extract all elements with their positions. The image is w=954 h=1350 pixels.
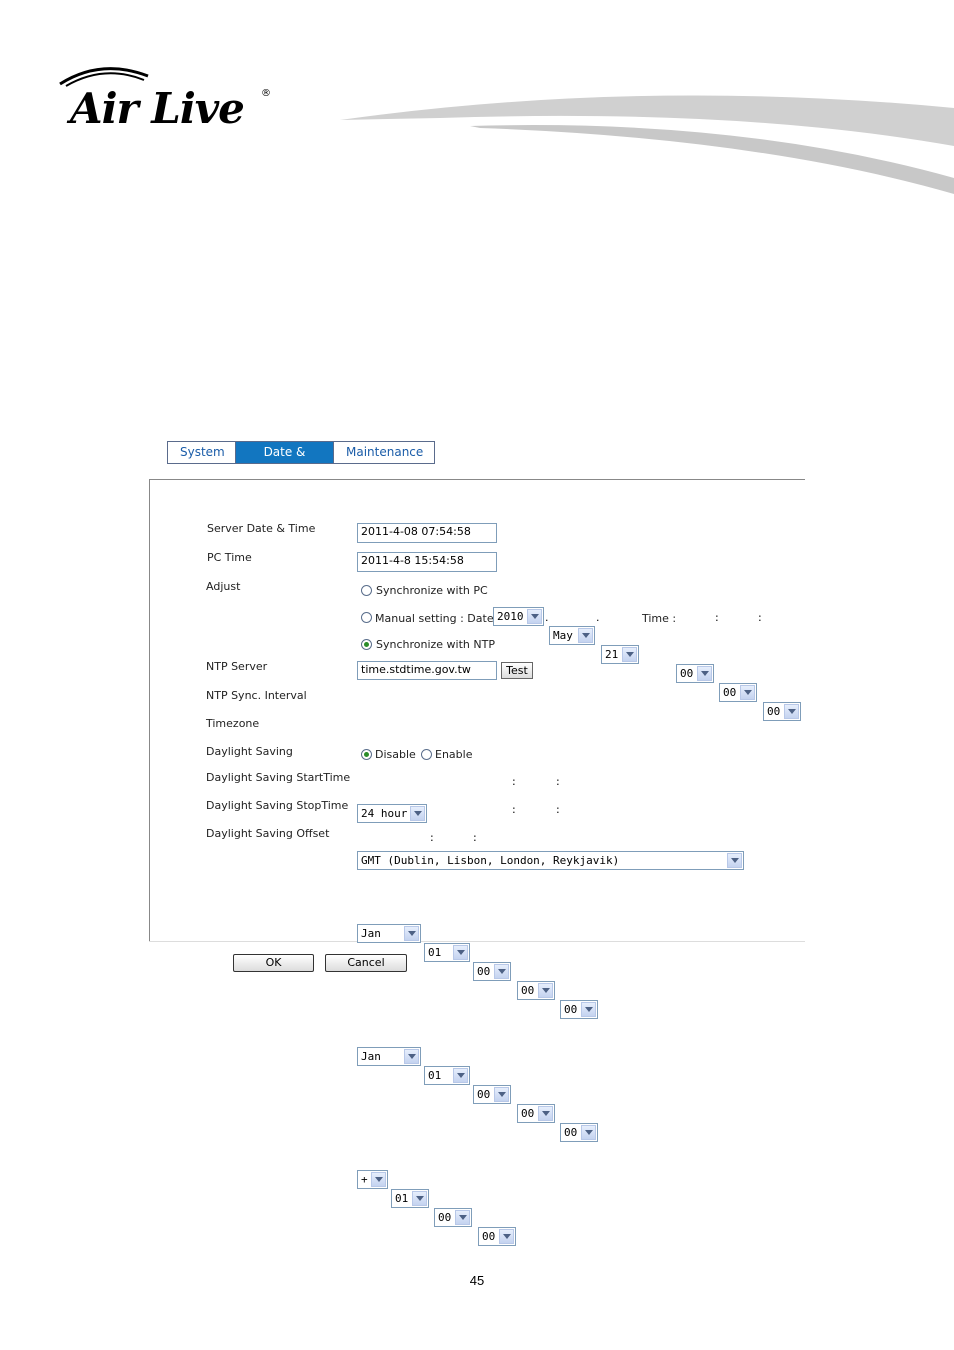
ds-stop-minute-select[interactable]: 00 <box>517 1104 555 1123</box>
airlive-logo: Air Live ® <box>56 62 286 133</box>
chevron-down-icon <box>404 1049 419 1064</box>
logo-text: Air Live <box>70 84 245 133</box>
server-datetime-field[interactable]: 2011-4-08 07:54:58 <box>357 523 497 543</box>
ds-offset-hour-select[interactable]: 01 <box>391 1189 429 1208</box>
time-second-select[interactable]: 00 <box>763 702 801 721</box>
daylight-disable-radio[interactable] <box>361 749 372 760</box>
date-separator: . <box>545 611 549 624</box>
server-datetime-label: Server Date & Time <box>207 522 316 535</box>
tab-maintenance[interactable]: Maintenance <box>334 442 434 463</box>
settings-tabs: System Date & Time Maintenance <box>167 441 435 480</box>
time-separator: : <box>430 831 434 844</box>
panel-bottom-divider <box>149 941 805 942</box>
chevron-down-icon <box>494 1087 509 1102</box>
chevron-down-icon <box>453 945 468 960</box>
chevron-down-icon <box>371 1172 386 1187</box>
chevron-down-icon <box>697 666 712 681</box>
settings-panel <box>149 479 805 942</box>
ds-stop-hour-select[interactable]: 00 <box>473 1085 511 1104</box>
chevron-down-icon <box>527 609 542 624</box>
ds-offset-minute-select[interactable]: 00 <box>434 1208 472 1227</box>
ds-start-second-select[interactable]: 00 <box>560 1000 598 1019</box>
sync-pc-radio[interactable] <box>361 585 372 596</box>
daylight-disable-label: Disable <box>375 748 416 761</box>
ds-stop-day-select[interactable]: 01 <box>424 1066 470 1085</box>
chevron-down-icon <box>410 806 425 821</box>
time-minute-select[interactable]: 00 <box>719 683 757 702</box>
chevron-down-icon <box>499 1229 514 1244</box>
chevron-down-icon <box>455 1210 470 1225</box>
ds-offset-second-select[interactable]: 00 <box>478 1227 516 1246</box>
ntp-interval-select[interactable]: 24 hour <box>357 804 427 823</box>
ds-stop-second-select[interactable]: 00 <box>560 1123 598 1142</box>
chevron-down-icon <box>578 628 593 643</box>
ds-start-label: Daylight Saving StartTime <box>206 771 351 784</box>
ds-stop-label: Daylight Saving StopTime <box>206 799 349 812</box>
date-year-select[interactable]: 2010 <box>493 607 544 626</box>
sync-pc-label: Synchronize with PC <box>376 584 488 597</box>
timezone-label: Timezone <box>206 717 260 730</box>
sync-ntp-label: Synchronize with NTP <box>376 638 495 651</box>
chevron-down-icon <box>404 926 419 941</box>
page-number: 45 <box>469 1273 485 1288</box>
chevron-down-icon <box>727 853 742 868</box>
ntp-test-button[interactable]: Test <box>501 662 533 679</box>
ds-offset-label: Daylight Saving Offset <box>206 827 330 840</box>
time-hour-select[interactable]: 00 <box>676 664 714 683</box>
timezone-select[interactable]: GMT (Dublin, Lisbon, London, Reykjavik) <box>357 851 744 870</box>
chevron-down-icon <box>740 685 755 700</box>
time-separator: : <box>556 775 560 788</box>
chevron-down-icon <box>494 964 509 979</box>
daylight-saving-label: Daylight Saving <box>206 745 293 758</box>
time-separator: : <box>512 803 516 816</box>
date-separator: . <box>596 611 600 624</box>
time-separator: : <box>556 803 560 816</box>
manual-setting-radio[interactable] <box>361 612 372 623</box>
ntp-server-label: NTP Server <box>206 660 268 673</box>
time-label: Time : <box>642 612 677 625</box>
chevron-down-icon <box>622 647 637 662</box>
ds-start-hour-select[interactable]: 00 <box>473 962 511 981</box>
adjust-label: Adjust <box>206 580 241 593</box>
daylight-enable-radio[interactable] <box>421 749 432 760</box>
pc-time-label: PC Time <box>207 551 252 564</box>
ds-start-minute-select[interactable]: 00 <box>517 981 555 1000</box>
pc-time-field[interactable]: 2011-4-8 15:54:58 <box>357 552 497 572</box>
ds-start-month-select[interactable]: Jan <box>357 924 421 943</box>
header-swoosh-icon <box>340 95 954 194</box>
chevron-down-icon <box>538 1106 553 1121</box>
ntp-interval-label: NTP Sync. Interval <box>206 689 307 702</box>
chevron-down-icon <box>581 1125 596 1140</box>
chevron-down-icon <box>581 1002 596 1017</box>
logo-registered-mark: ® <box>261 88 271 99</box>
chevron-down-icon <box>538 983 553 998</box>
date-month-select[interactable]: May <box>549 626 595 645</box>
ntp-server-input[interactable]: time.stdtime.gov.tw <box>357 661 497 680</box>
ok-button[interactable]: OK <box>233 954 314 972</box>
time-separator: : <box>715 611 719 624</box>
daylight-enable-label: Enable <box>435 748 473 761</box>
time-separator: : <box>473 831 477 844</box>
ds-start-day-select[interactable]: 01 <box>424 943 470 962</box>
chevron-down-icon <box>453 1068 468 1083</box>
sync-ntp-radio[interactable] <box>361 639 372 650</box>
time-separator: : <box>512 775 516 788</box>
cancel-button[interactable]: Cancel <box>325 954 407 972</box>
time-separator: : <box>758 611 762 624</box>
manual-setting-label: Manual setting : Date : <box>375 612 501 625</box>
chevron-down-icon <box>784 704 799 719</box>
ds-stop-month-select[interactable]: Jan <box>357 1047 421 1066</box>
date-day-select[interactable]: 21 <box>601 645 639 664</box>
tab-date-time[interactable]: Date & Time <box>236 442 334 480</box>
ds-offset-sign-select[interactable]: + <box>357 1170 388 1189</box>
chevron-down-icon <box>412 1191 427 1206</box>
tab-system[interactable]: System <box>168 442 236 463</box>
